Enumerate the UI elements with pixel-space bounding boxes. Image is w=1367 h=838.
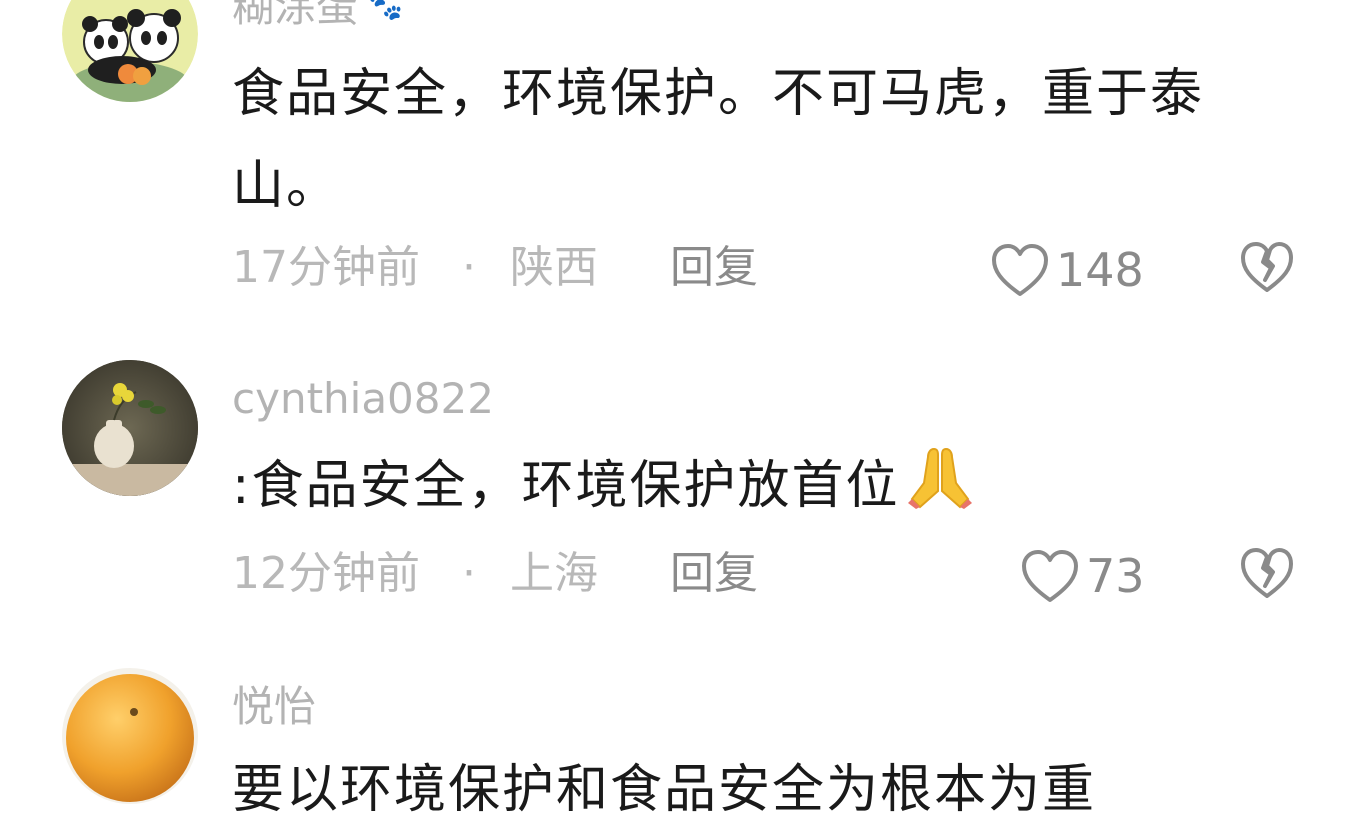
reply-button[interactable]: 回复 <box>670 544 758 604</box>
panda-avatar-image <box>62 0 198 102</box>
comment-time: 17分钟前 <box>232 242 420 293</box>
paw-icon: 🐾 <box>368 0 403 22</box>
heart-outline-icon <box>992 244 1048 296</box>
avatar[interactable] <box>62 668 198 804</box>
like-button[interactable]: 73 <box>1020 546 1145 606</box>
like-button[interactable]: 148 <box>990 240 1144 300</box>
comment-text-line: 要以环境保护和食品安全为根本为重 <box>232 760 1097 820</box>
reply-button[interactable]: 回复 <box>670 238 758 298</box>
avatar[interactable] <box>62 0 198 102</box>
broken-heart-icon <box>1241 242 1293 292</box>
folded-hands-emoji <box>904 443 976 511</box>
username[interactable]: cynthia0822 <box>232 378 494 420</box>
heart-outline-icon <box>1022 550 1078 602</box>
avatar[interactable] <box>62 360 198 496</box>
comment-text-line: 食品安全，环境保护。不可马虎，重于泰 <box>232 64 1205 124</box>
username[interactable]: 糊涂蛋 🐾 <box>232 0 403 28</box>
comment-text-line: :食品安全，环境保护放首位 <box>232 456 900 516</box>
username[interactable]: 悦怡 <box>232 686 316 728</box>
dislike-button[interactable] <box>1239 546 1295 616</box>
separator-dot: · <box>462 242 476 293</box>
comment-location: 上海 <box>510 548 598 599</box>
comment-meta: 17分钟前 · 陕西 回复 148 <box>232 238 1307 298</box>
username-text: 糊涂蛋 <box>232 0 359 31</box>
dislike-button[interactable] <box>1239 240 1295 310</box>
comment-text: :食品安全，环境保护放首位 <box>232 440 1292 532</box>
orange-avatar-image <box>62 668 198 804</box>
flower-vase-avatar-image <box>62 360 198 496</box>
comment-location: 陕西 <box>510 242 598 293</box>
like-count: 73 <box>1086 549 1145 603</box>
comment-time: 12分钟前 <box>232 548 420 599</box>
comment-text: 食品安全，环境保护。不可马虎，重于泰 山。 <box>232 48 1292 232</box>
broken-heart-icon <box>1241 548 1293 598</box>
like-count: 148 <box>1056 243 1144 297</box>
separator-dot: · <box>462 548 476 599</box>
comment-text: 要以环境保护和食品安全为根本为重 <box>232 744 1292 836</box>
comment-meta: 12分钟前 · 上海 回复 73 <box>232 544 1307 604</box>
comment-text-line: 山。 <box>232 156 341 216</box>
